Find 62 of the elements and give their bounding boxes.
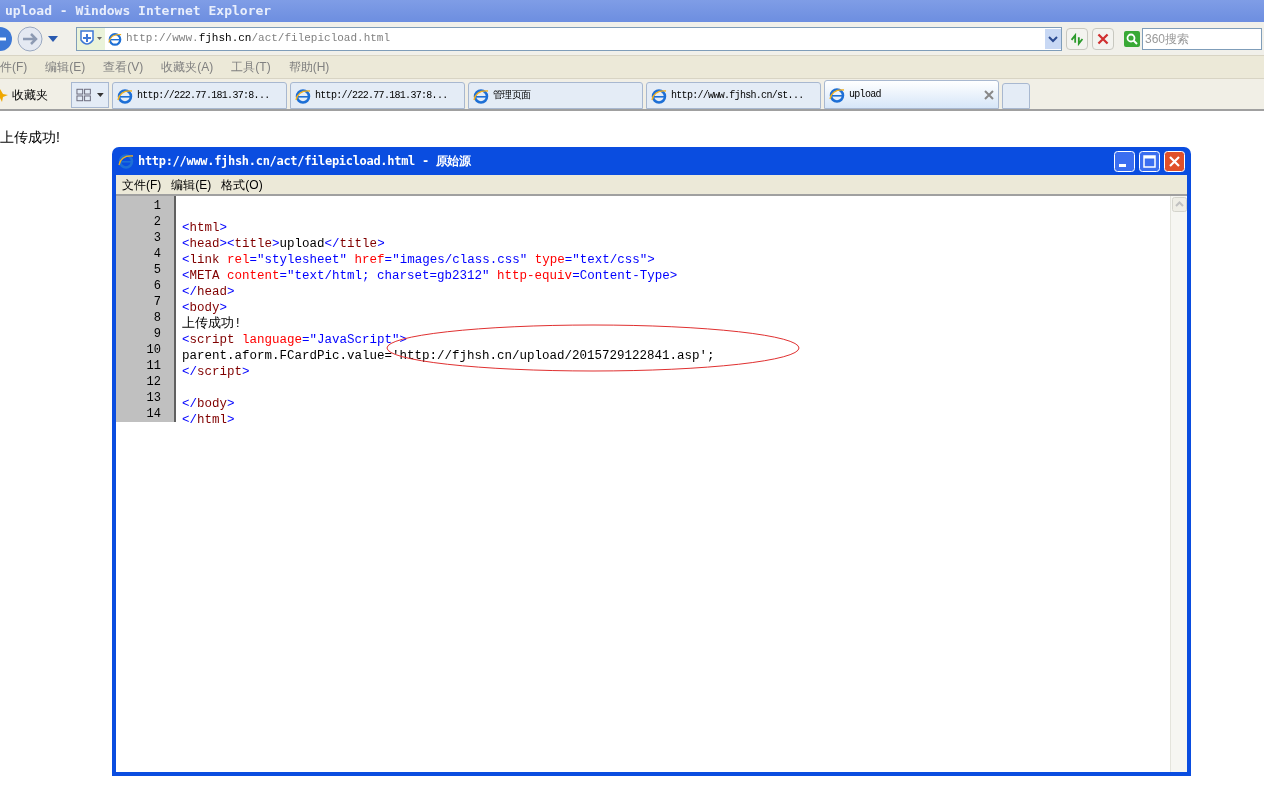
line-number: 13 (146, 390, 161, 406)
code-line: <html> (182, 221, 228, 235)
dropdown-caret-icon[interactable] (48, 35, 58, 42)
code-line: <body> (182, 301, 228, 315)
code-line: </head> (182, 285, 235, 299)
code-line: </body> (182, 397, 235, 411)
close-button[interactable] (1164, 150, 1185, 172)
refresh-button[interactable] (1066, 27, 1088, 50)
line-number: 4 (153, 246, 161, 262)
ie-logo-icon (829, 86, 845, 103)
line-number: 5 (153, 262, 161, 278)
code-line: 上传成功! (182, 317, 242, 331)
grid-icon (76, 88, 92, 102)
line-number: 14 (146, 406, 161, 422)
line-number: 2 (153, 214, 161, 230)
line-number: 9 (153, 326, 161, 342)
menu-item[interactable]: 文件(F) (122, 175, 162, 194)
caret-icon (97, 93, 104, 97)
browser-tab[interactable]: http://222.77.181.37:8... (112, 82, 287, 109)
minimize-button[interactable] (1114, 150, 1135, 172)
line-number: 11 (146, 358, 161, 374)
quick-tabs-button[interactable] (71, 82, 109, 108)
search-icon[interactable] (1124, 30, 1140, 47)
page-text: 上传成功! (0, 128, 60, 147)
shield-plus-icon[interactable] (77, 27, 105, 50)
scrollbar[interactable] (1170, 196, 1187, 772)
ie-logo-icon (473, 87, 489, 104)
code-line: </html> (182, 413, 235, 427)
back-button[interactable] (0, 24, 12, 53)
code-line: <META content="text/html; charset=gb2312" http-equiv=Content-Type> (182, 269, 678, 283)
forward-button[interactable] (16, 24, 44, 53)
code-line: <script language="JavaScript"> (182, 333, 408, 347)
line-number: 6 (153, 278, 161, 294)
ie-logo-icon (118, 153, 134, 169)
line-number: 1 (153, 198, 161, 214)
close-icon[interactable] (984, 89, 994, 100)
ie-logo-icon (295, 87, 311, 104)
window-title: http://www.fjhsh.cn/act/filepicload.html - 原始源 (138, 153, 472, 170)
menu-item[interactable]: 格式(O) (221, 175, 263, 194)
window-title: upload - Windows Internet Explorer (5, 2, 272, 21)
code-line: </script> (182, 365, 250, 379)
maximize-button[interactable] (1139, 150, 1160, 172)
browser-tab[interactable]: http://www.fjhsh.cn/st... (646, 82, 821, 109)
ie-logo-icon (108, 31, 122, 46)
ie-logo-icon (651, 87, 667, 104)
browser-tab[interactable]: http://222.77.181.37:8... (290, 82, 465, 109)
code-line: <head><title>upload</title> (182, 237, 385, 251)
browser-tab[interactable]: 管理页面 (468, 82, 643, 109)
line-number: 12 (146, 374, 161, 390)
menu-item[interactable]: 编辑(E) (171, 175, 212, 194)
browser-tab[interactable]: upload (824, 80, 999, 109)
dropdown-caret-icon[interactable] (1045, 28, 1061, 49)
line-number: 3 (153, 230, 161, 246)
favorites-button[interactable]: 收藏夹 (12, 86, 48, 104)
ie-logo-icon (117, 87, 133, 104)
search-field[interactable]: 360搜索 (1142, 27, 1262, 50)
line-number: 10 (146, 342, 161, 358)
line-number: 7 (153, 294, 161, 310)
code-line: <link rel="stylesheet" href="images/class.css" type="text/css"> (182, 253, 655, 267)
line-number: 8 (153, 310, 161, 326)
star-icon (0, 88, 8, 102)
stop-button[interactable] (1092, 27, 1114, 50)
